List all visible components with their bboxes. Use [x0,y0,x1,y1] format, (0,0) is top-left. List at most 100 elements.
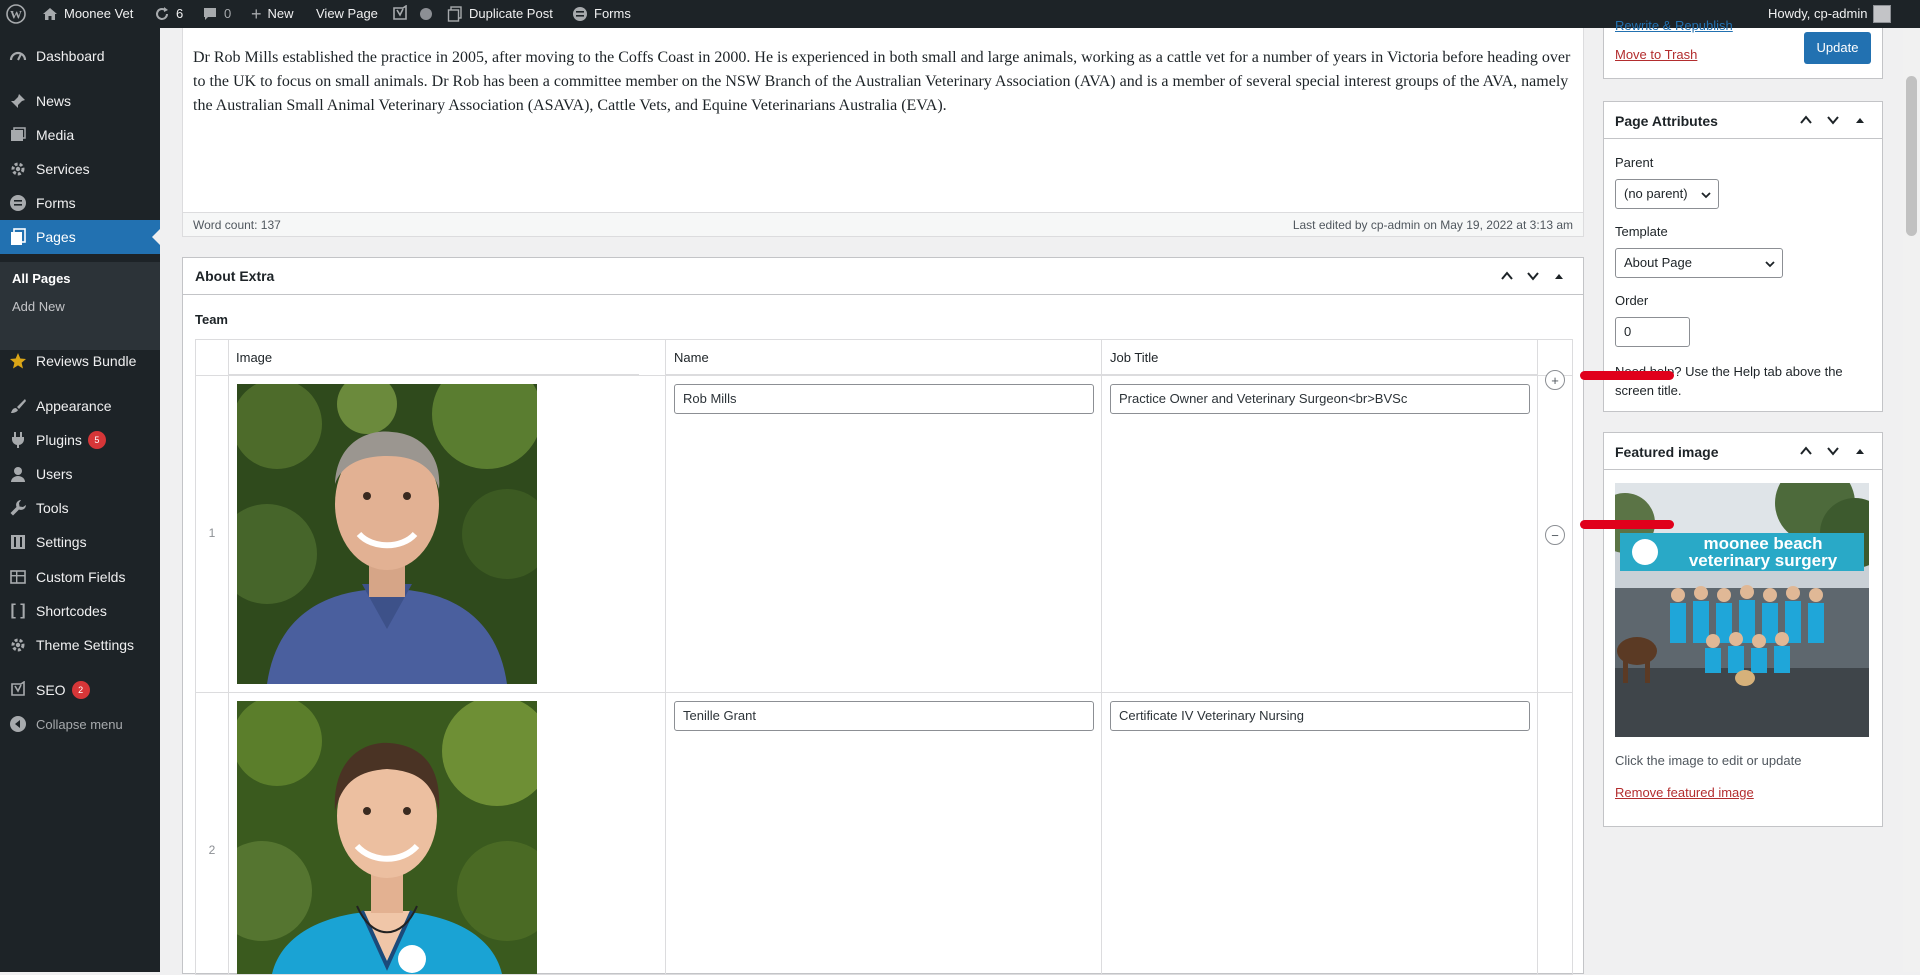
seo-notification-badge: 2 [71,681,90,699]
move-down-icon[interactable] [1523,266,1543,286]
name-input[interactable]: Rob Mills [674,384,1094,414]
add-row-icon[interactable]: + [1545,370,1565,390]
menu-label: Shortcodes [36,603,107,619]
forms-icon [573,7,587,21]
menu-tools[interactable]: Tools [0,491,160,525]
row-number[interactable]: 2 [196,843,228,857]
pin-icon [8,91,28,111]
site-name: Moonee Vet [64,6,134,21]
move-down-icon[interactable] [1823,441,1843,461]
metabox-header: About Extra [183,258,1583,295]
submenu-all-pages[interactable]: All Pages [12,271,71,286]
column-header-order [196,340,228,376]
menu-label: Media [36,127,75,143]
column-header-name: Name [666,340,1102,375]
sign-text: moonee beach veterinary surgery [1663,535,1863,569]
menu-media[interactable]: Media [0,118,160,152]
menu-dashboard[interactable]: Dashboard [0,39,160,73]
forms-link[interactable]: Forms [572,0,631,28]
team-repeater-table: Image Name Job Title 1 Rob Mills Practic… [195,339,1573,975]
divider [665,340,666,974]
move-up-icon[interactable] [1796,441,1816,461]
team-label: Team [195,312,228,327]
svg-text:W: W [10,8,22,22]
menu-appearance[interactable]: Appearance [0,389,160,423]
gear-icon [8,159,28,179]
plus-icon: + [251,4,262,24]
menu-label: Custom Fields [36,569,126,585]
yoast-icon [8,680,28,700]
duplicate-post-link[interactable]: Duplicate Post [447,0,553,28]
menu-reviews-bundle[interactable]: Reviews Bundle [0,344,160,378]
content-editor[interactable]: Dr Rob Mills established the practice in… [182,28,1584,237]
menu-label: Appearance [36,398,112,414]
menu-label: SEO [36,682,66,698]
menu-label: News [36,93,72,109]
remove-row-icon[interactable]: − [1545,525,1565,545]
update-button[interactable]: Update [1804,32,1871,64]
template-select[interactable]: About Page [1615,248,1783,278]
rewrite-republish-link[interactable]: Rewrite & Republish [1615,18,1733,33]
view-page-link[interactable]: View Page [316,0,378,28]
updates-link[interactable]: 6 [154,0,183,28]
featured-image-metabox: Featured image moonee beach veterinary s… [1603,432,1883,827]
move-to-trash-link[interactable]: Move to Trash [1615,47,1697,62]
my-account-link[interactable]: Howdy, cp-admin [1768,0,1892,28]
pages-submenu: All Pages Add New [0,262,160,350]
menu-label: Dashboard [36,48,105,64]
updates-icon [156,7,168,20]
job-title-input[interactable]: Practice Owner and Veterinary Surgeon<br… [1110,384,1530,414]
menu-plugins[interactable]: Plugins 5 [0,423,160,457]
scrollbar-thumb[interactable] [1906,76,1917,236]
divider [1101,340,1102,974]
move-down-icon[interactable] [1823,110,1843,130]
updates-count: 6 [176,6,184,21]
name-input[interactable]: Tenille Grant [674,701,1094,731]
toggle-panel-icon[interactable] [1850,110,1870,130]
wordpress-logo-icon[interactable]: W [6,0,26,28]
toggle-panel-icon[interactable] [1549,266,1569,286]
forms-label: Forms [594,6,631,21]
page-icon [8,227,28,247]
new-content-link[interactable]: + New [251,0,294,28]
move-up-icon[interactable] [1497,266,1517,286]
menu-forms[interactable]: Forms [0,186,160,220]
menu-collapse[interactable]: Collapse menu [0,707,160,741]
menu-services[interactable]: Services [0,152,160,186]
move-up-icon[interactable] [1796,110,1816,130]
row-number[interactable]: 1 [196,526,228,540]
menu-label: Collapse menu [36,716,123,732]
seo-status-dot-icon [420,0,432,28]
new-label: New [267,6,294,21]
toggle-panel-icon[interactable] [1850,441,1870,461]
chevron-down-icon [1701,192,1711,199]
menu-theme-settings[interactable]: Theme Settings [0,628,160,662]
submenu-add-new[interactable]: Add New [12,299,65,314]
site-name-link[interactable]: Moonee Vet [42,0,133,28]
plugin-icon [8,430,28,450]
order-label: Order [1615,293,1649,308]
menu-settings[interactable]: Settings [0,525,160,559]
menu-shortcodes[interactable]: [ ] Shortcodes [0,594,160,628]
comments-link[interactable]: 0 [202,0,231,28]
remove-featured-image-link[interactable]: Remove featured image [1615,785,1754,800]
yoast-icon[interactable] [391,0,409,28]
editor-status-bar: Word count: 137 Last edited by cp-admin … [182,212,1584,237]
menu-users[interactable]: Users [0,457,160,491]
menu-news[interactable]: News [0,84,160,118]
team-photo-1[interactable] [237,384,537,684]
bracket-icon: [ ] [10,602,26,619]
divider [196,375,1572,376]
order-input[interactable]: 0 [1615,317,1690,347]
last-edited: Last edited by cp-admin on May 19, 2022 … [1292,218,1573,232]
menu-label: Services [36,161,90,177]
parent-select[interactable]: (no parent) [1615,179,1719,209]
menu-seo[interactable]: SEO 2 [0,673,160,707]
job-title-input[interactable]: Certificate IV Veterinary Nursing [1110,701,1530,731]
team-photo-2[interactable] [237,701,537,974]
howdy-text: Howdy, cp-admin [1768,6,1868,21]
content-text[interactable]: Dr Rob Mills established the practice in… [193,46,1573,118]
menu-pages[interactable]: Pages [0,220,160,254]
template-select-value: About Page [1624,255,1692,270]
menu-custom-fields[interactable]: Custom Fields [0,560,160,594]
